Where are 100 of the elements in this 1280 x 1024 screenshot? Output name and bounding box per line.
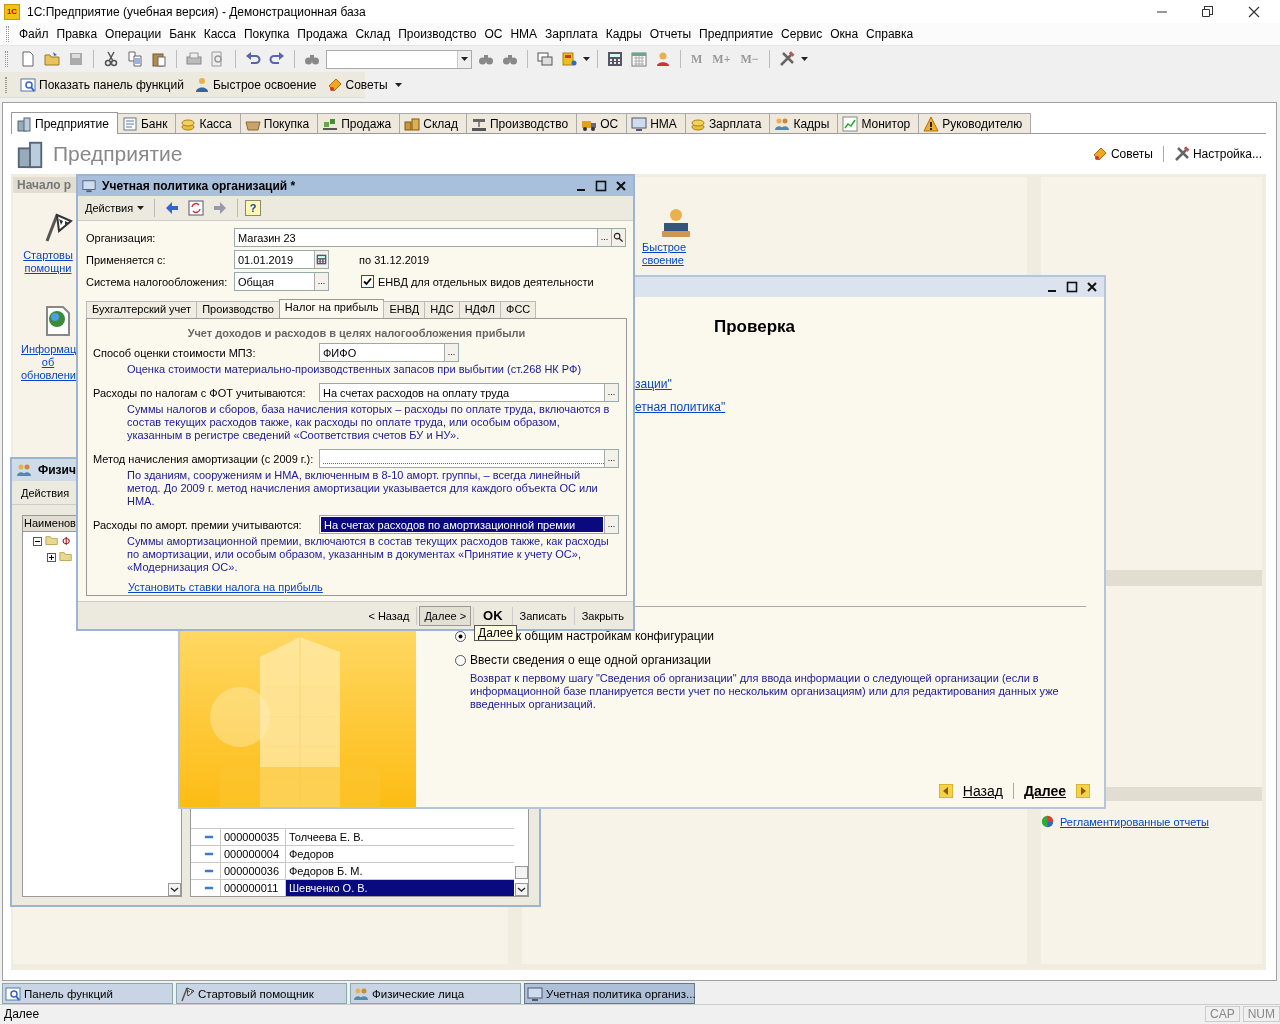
menu-item[interactable]: Файл [15, 27, 53, 41]
tab[interactable]: Продажа [317, 113, 401, 133]
choice-button[interactable]: ... [604, 384, 618, 401]
menu-item[interactable]: Кадры [601, 27, 646, 41]
menu-item[interactable]: Покупка [240, 27, 294, 41]
choice-button[interactable]: ... [604, 516, 618, 533]
taskbar-button[interactable]: Физические лица [350, 983, 521, 1004]
tab[interactable]: Покупка [239, 113, 319, 133]
refresh-icon[interactable] [186, 198, 207, 218]
maximize-icon[interactable] [1066, 281, 1078, 293]
windows-icon[interactable] [535, 49, 555, 69]
dialog-button[interactable]: Закрыть [576, 605, 629, 626]
menu-item[interactable]: Зарплата [541, 27, 602, 41]
close-icon[interactable] [1086, 281, 1098, 293]
close-icon[interactable] [615, 180, 627, 192]
panel-button[interactable]: Показать панель функций [17, 73, 187, 96]
back-link[interactable]: Назад [938, 783, 1003, 799]
menu-item[interactable]: Склад [351, 27, 395, 41]
taskbar-button[interactable]: Учетная политика организ... [524, 983, 695, 1004]
tab[interactable]: Склад [399, 113, 467, 133]
tab[interactable]: Руководителю [918, 113, 1032, 133]
calendar-button[interactable] [314, 251, 328, 268]
input-field[interactable]: 01.01.2019 [234, 250, 329, 269]
checkbox[interactable] [361, 275, 374, 288]
maximize-icon[interactable] [1202, 5, 1214, 18]
help-button[interactable]: ? [245, 200, 262, 216]
option-label[interactable]: к общим настройкам конфигурации [516, 629, 715, 643]
menu-item[interactable]: Производство [394, 27, 481, 41]
menu-item[interactable]: Справка [862, 27, 918, 41]
tab[interactable]: Производство [465, 113, 578, 133]
input-field[interactable]: На счетах расходов на оплату труда ... [319, 383, 619, 402]
choice-button[interactable]: ... [444, 344, 458, 361]
caret-icon[interactable] [800, 57, 808, 61]
learning-button[interactable]: Быстрое освоение [190, 73, 320, 96]
menu-item[interactable]: Операции [101, 27, 166, 41]
tips-link[interactable]: Советы [1091, 146, 1153, 162]
settings-link[interactable]: Настройка... [1173, 146, 1262, 162]
start-link[interactable]: Стартовы помощни [21, 249, 75, 275]
menu-item[interactable]: Окна [826, 27, 863, 41]
wizard-link[interactable]: зации" [635, 377, 672, 391]
actions-menu[interactable]: Действия [82, 200, 148, 216]
choice-button[interactable]: ... [314, 273, 328, 290]
tab[interactable]: Монитор [837, 113, 920, 133]
tab[interactable]: Производство [196, 301, 280, 318]
tab[interactable]: НМА [626, 113, 686, 133]
menu-item[interactable]: Продажа [293, 27, 352, 41]
maximize-icon[interactable] [595, 180, 607, 192]
input-field[interactable]: На счетах расходов по амортизационной премии ... [319, 515, 619, 534]
scroll-thumb-icon[interactable] [514, 866, 528, 879]
start-link[interactable]: Информац об обновлени [21, 343, 75, 382]
input-field[interactable]: ФИФО ... [319, 343, 459, 362]
dialog-button[interactable]: < Назад [363, 605, 415, 626]
choice-button[interactable]: ... [597, 229, 611, 246]
menu-item[interactable]: ОС [480, 27, 507, 41]
scroll-down-icon[interactable] [514, 883, 528, 896]
search-button[interactable] [611, 229, 625, 246]
radio-button[interactable] [455, 654, 466, 666]
quick-start-link[interactable]: Быстрое своение [642, 241, 696, 267]
table-row[interactable]: 000000004 Федоров [191, 845, 514, 862]
tab[interactable]: Налог на прибыль [278, 299, 385, 318]
menu-item[interactable]: НМА [506, 27, 542, 41]
scroll-down-icon[interactable] [168, 883, 181, 896]
tab[interactable]: Зарплата [684, 113, 771, 133]
dialog-button[interactable]: Записать [514, 605, 572, 626]
tab[interactable]: ФСС [500, 301, 537, 318]
tab[interactable]: ОС [576, 113, 628, 133]
table-row[interactable]: 000000036 Федоров Б. М. [191, 862, 514, 879]
taskbar-button[interactable]: Панель функций [2, 983, 173, 1004]
officer-icon[interactable] [660, 207, 692, 239]
input-field[interactable]: ... [319, 449, 619, 468]
menu-item[interactable]: Касса [199, 27, 240, 41]
dialog-button[interactable]: OK [476, 604, 510, 627]
table-row[interactable]: 000000035 Толчеева Е. В. [191, 828, 514, 845]
taskbar-button[interactable]: Стартовый помощник [176, 983, 347, 1004]
collapse-box[interactable] [33, 536, 42, 546]
calculator-icon[interactable] [605, 49, 625, 69]
close-icon[interactable] [1248, 5, 1260, 18]
caret-icon[interactable] [583, 57, 590, 61]
expand-box[interactable] [47, 552, 56, 562]
open-folder-icon[interactable] [42, 49, 62, 69]
reports-link[interactable]: Регламентированные отчеты [1060, 815, 1209, 828]
calendar-icon[interactable] [629, 49, 649, 69]
tab[interactable]: НДФЛ [458, 301, 502, 318]
tab[interactable]: Банк [116, 113, 177, 133]
menu-item[interactable]: Предприятие [695, 27, 778, 41]
radio-button[interactable] [455, 630, 466, 642]
copy-icon[interactable] [125, 49, 145, 69]
tab[interactable]: Касса [175, 113, 241, 133]
tab[interactable]: ЕНВД [383, 301, 426, 318]
table-row[interactable]: 000000011 Шевченко О. В. [191, 879, 514, 896]
wizard-link[interactable]: етная политика" [635, 400, 726, 414]
menu-item[interactable]: Сервис [777, 27, 827, 41]
dialog-button[interactable]: Далее > [419, 605, 472, 626]
tree-item[interactable]: Ф [62, 535, 71, 547]
tab[interactable]: Предприятие [11, 112, 118, 134]
tips-button[interactable]: Советы [323, 73, 391, 96]
choice-button[interactable]: ... [604, 450, 618, 467]
option-label[interactable]: Ввести сведения о еще одной организации [470, 653, 712, 667]
menu-item[interactable]: Банк [165, 27, 200, 41]
menu-item[interactable]: Отчеты [645, 27, 696, 41]
